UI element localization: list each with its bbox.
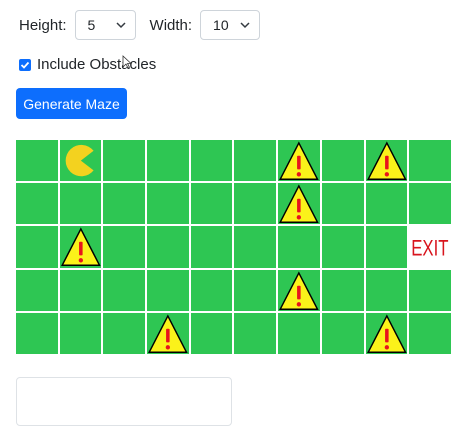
maze-cell xyxy=(409,269,451,311)
maze-cell xyxy=(59,183,102,225)
maze-cell xyxy=(103,226,146,268)
obstacles-checkbox[interactable] xyxy=(19,58,31,71)
maze-cell xyxy=(278,312,320,354)
maze-cell xyxy=(59,269,102,311)
generate-maze-button[interactable]: Generate Maze xyxy=(16,88,127,119)
maze-cell xyxy=(278,140,320,182)
maze-cell xyxy=(190,226,233,268)
maze-cell xyxy=(234,183,277,225)
checkmark-icon xyxy=(20,61,30,69)
height-value: 5 xyxy=(87,17,96,33)
exit-label: EXIT xyxy=(411,236,448,261)
maze-cell xyxy=(190,312,233,354)
warning-icon xyxy=(366,314,407,353)
maze-cell xyxy=(365,226,408,268)
height-select[interactable]: 5 xyxy=(74,10,136,40)
maze-cell xyxy=(59,312,102,354)
maze-cell xyxy=(103,140,146,182)
maze-cell xyxy=(147,140,189,182)
maze-cell xyxy=(16,183,58,225)
maze-controls: Height: 5 Width: 10 xyxy=(19,9,261,41)
maze-cell xyxy=(16,226,58,268)
warning-icon xyxy=(366,141,407,180)
maze-cell xyxy=(234,269,277,311)
maze-cell xyxy=(321,269,364,311)
obstacles-option: Include Obstacles xyxy=(19,56,156,73)
obstacles-label: Include Obstacles xyxy=(37,56,157,73)
maze-cell xyxy=(234,226,277,268)
maze-cell xyxy=(103,269,146,311)
maze-cell xyxy=(190,183,233,225)
maze-cell xyxy=(103,312,146,354)
maze-cell xyxy=(234,312,277,354)
chevron-down-icon xyxy=(240,22,250,29)
maze-cell xyxy=(321,312,364,354)
width-select[interactable]: 10 xyxy=(200,10,261,40)
pacman-icon xyxy=(65,144,94,177)
warning-icon xyxy=(279,184,319,224)
chevron-down-icon xyxy=(116,22,126,29)
width-value: 10 xyxy=(213,17,229,33)
warning-icon xyxy=(279,270,319,310)
warning-icon xyxy=(148,314,188,353)
maze-cell xyxy=(147,269,189,311)
maze-cell xyxy=(147,312,189,354)
mouse-cursor-icon xyxy=(122,55,132,69)
maze-cell xyxy=(365,312,408,354)
exit-sign: EXIT xyxy=(411,236,448,261)
maze-cell xyxy=(147,226,189,268)
maze-cell xyxy=(365,183,408,225)
maze-cell: EXIT xyxy=(409,226,451,268)
height-label: Height: xyxy=(19,16,67,34)
maze-cell xyxy=(278,269,320,311)
maze-cell xyxy=(16,269,58,311)
maze-cell xyxy=(409,140,451,182)
maze-cell xyxy=(278,183,320,225)
maze-cell xyxy=(365,140,408,182)
maze-cell xyxy=(16,140,58,182)
maze-cell xyxy=(321,140,364,182)
maze-cell xyxy=(278,226,320,268)
maze-cell xyxy=(59,226,102,268)
maze-cell xyxy=(147,183,189,225)
maze-cell xyxy=(321,226,364,268)
maze-cell xyxy=(190,140,233,182)
maze-cell xyxy=(409,312,451,354)
maze-cell xyxy=(59,140,102,182)
output-box[interactable] xyxy=(16,377,232,426)
width-label: Width: xyxy=(149,16,193,34)
maze-cell xyxy=(234,140,277,182)
maze-cell xyxy=(365,269,408,311)
maze-cell xyxy=(409,183,451,225)
warning-icon xyxy=(60,227,101,267)
maze-cell xyxy=(321,183,364,225)
maze-cell xyxy=(190,269,233,311)
maze-grid: EXIT xyxy=(16,140,451,355)
maze-cell xyxy=(16,312,58,354)
maze-cell xyxy=(103,183,146,225)
warning-icon xyxy=(279,141,319,180)
